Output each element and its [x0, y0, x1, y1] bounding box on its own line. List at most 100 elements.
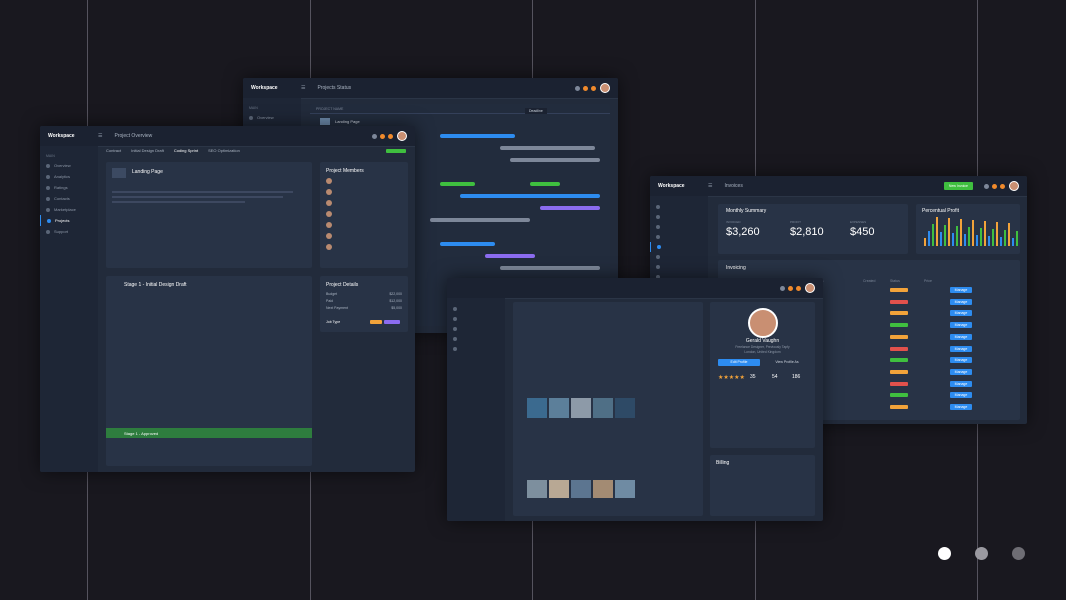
message-icon[interactable]	[388, 133, 393, 139]
member-avatar[interactable]	[326, 211, 332, 217]
pagination-dot-2[interactable]	[975, 547, 988, 560]
avatar[interactable]	[1009, 181, 1019, 191]
profit-bar	[976, 235, 978, 246]
sidebar-item[interactable]	[650, 232, 708, 242]
sidebar-item-ratings[interactable]: Ratings	[40, 182, 98, 193]
feed-image[interactable]	[527, 480, 547, 498]
menu-icon[interactable]: ☰	[98, 133, 102, 139]
avatar[interactable]	[805, 283, 815, 293]
avatar[interactable]	[397, 131, 407, 141]
deadline-tooltip: Deadline	[525, 108, 547, 114]
notification-icon[interactable]	[992, 183, 997, 189]
sidebar-item[interactable]	[650, 222, 708, 232]
view-profile-link[interactable]: View Profile As	[766, 359, 808, 366]
feed-image[interactable]	[593, 480, 613, 498]
message-icon[interactable]	[591, 85, 596, 91]
sidebar-item[interactable]	[447, 314, 505, 324]
sidebar-item-overview[interactable]: Overview	[243, 112, 301, 123]
feed-image[interactable]	[615, 480, 635, 498]
gantt-bar[interactable]	[440, 182, 475, 186]
profit-bar	[1016, 231, 1018, 246]
message-icon[interactable]	[1000, 183, 1005, 189]
notification-icon[interactable]	[788, 285, 793, 291]
feed-image[interactable]	[527, 398, 547, 418]
member-avatar[interactable]	[326, 233, 332, 239]
sidebar-item[interactable]	[650, 212, 708, 222]
edit-profile-button[interactable]: Edit Profile	[718, 359, 760, 366]
status-badge	[386, 149, 406, 153]
member-avatar[interactable]	[326, 200, 332, 206]
sidebar-item[interactable]	[650, 262, 708, 272]
status-badge	[890, 393, 908, 398]
gantt-bar[interactable]	[510, 158, 600, 162]
pagination-dot-3[interactable]	[1012, 547, 1025, 560]
feed-image[interactable]	[549, 398, 569, 418]
member-avatar[interactable]	[326, 244, 332, 250]
step-initial-design[interactable]: Initial Design Draft	[131, 148, 164, 153]
member-avatar[interactable]	[326, 222, 332, 228]
sidebar-item[interactable]	[447, 344, 505, 354]
feed-image[interactable]	[571, 480, 591, 498]
bell-icon[interactable]	[575, 85, 580, 91]
step-contract[interactable]: Contract	[106, 148, 121, 153]
bell-icon[interactable]	[984, 183, 989, 189]
sidebar-item-support[interactable]: Support	[40, 226, 98, 237]
member-avatar[interactable]	[326, 189, 332, 195]
menu-icon[interactable]: ☰	[301, 85, 305, 91]
approved-label: Stage 1 - Approved	[124, 431, 159, 436]
brand-logo: Workspace	[658, 183, 685, 189]
feed-image[interactable]	[571, 398, 591, 418]
sidebar-item-projects[interactable]: Projects	[40, 215, 98, 226]
gantt-bar[interactable]	[460, 194, 600, 198]
step-seo[interactable]: SEO Optimization	[208, 148, 240, 153]
sidebar-item[interactable]	[650, 202, 708, 212]
notification-icon[interactable]	[380, 133, 385, 139]
sidebar-item-invoices[interactable]	[650, 242, 708, 252]
sidebar-item-overview[interactable]: Overview	[40, 160, 98, 171]
menu-icon[interactable]: ☰	[708, 183, 712, 189]
manage-button[interactable]: Manage	[950, 333, 972, 340]
page-title: Projects Status	[317, 85, 352, 91]
feed-image[interactable]	[549, 480, 569, 498]
gantt-bar[interactable]	[500, 266, 600, 270]
details-title: Project Details	[326, 282, 359, 288]
sidebar-item[interactable]	[447, 324, 505, 334]
feed-image[interactable]	[593, 398, 613, 418]
bell-icon[interactable]	[780, 285, 785, 291]
pagination-dot-1[interactable]	[938, 547, 951, 560]
manage-button[interactable]: Manage	[950, 322, 972, 329]
avatar[interactable]	[600, 83, 610, 93]
message-icon[interactable]	[796, 285, 801, 291]
manage-button[interactable]: Manage	[950, 380, 972, 387]
manage-button[interactable]: Manage	[950, 345, 972, 352]
member-avatar[interactable]	[326, 178, 332, 184]
manage-button[interactable]: Manage	[950, 357, 972, 364]
gantt-bar[interactable]	[540, 206, 600, 210]
sidebar-item[interactable]	[650, 252, 708, 262]
gantt-bar[interactable]	[500, 146, 595, 150]
manage-button[interactable]: Manage	[950, 287, 972, 293]
gantt-bar[interactable]	[530, 182, 560, 186]
manage-button[interactable]: Manage	[950, 298, 972, 305]
manage-button[interactable]: Manage	[950, 392, 972, 399]
gantt-bar[interactable]	[440, 242, 495, 246]
manage-button[interactable]: Manage	[950, 404, 972, 410]
gantt-bar[interactable]	[430, 218, 530, 222]
activity-feed	[513, 302, 703, 516]
manage-button[interactable]: Manage	[950, 310, 972, 317]
gantt-bar[interactable]	[485, 254, 535, 258]
bell-icon[interactable]	[372, 133, 377, 139]
new-invoice-button[interactable]: New Invoice	[943, 182, 973, 190]
sidebar-item-marketplace[interactable]: Marketplace	[40, 204, 98, 215]
sidebar-item[interactable]	[447, 334, 505, 344]
sidebar-item-analytics[interactable]: Analytics	[40, 171, 98, 182]
notification-icon[interactable]	[583, 85, 588, 91]
manage-button[interactable]: Manage	[950, 368, 972, 375]
gantt-bar[interactable]	[440, 134, 515, 138]
status-badge	[890, 334, 908, 339]
feed-image[interactable]	[615, 398, 635, 418]
sidebar-item-contacts[interactable]: Contacts	[40, 193, 98, 204]
sidebar-item[interactable]	[447, 304, 505, 314]
step-coding-sprint[interactable]: Coding Sprint	[174, 148, 198, 153]
invoices-topbar: Workspace ☰ Invoices New Invoice	[650, 176, 1027, 197]
